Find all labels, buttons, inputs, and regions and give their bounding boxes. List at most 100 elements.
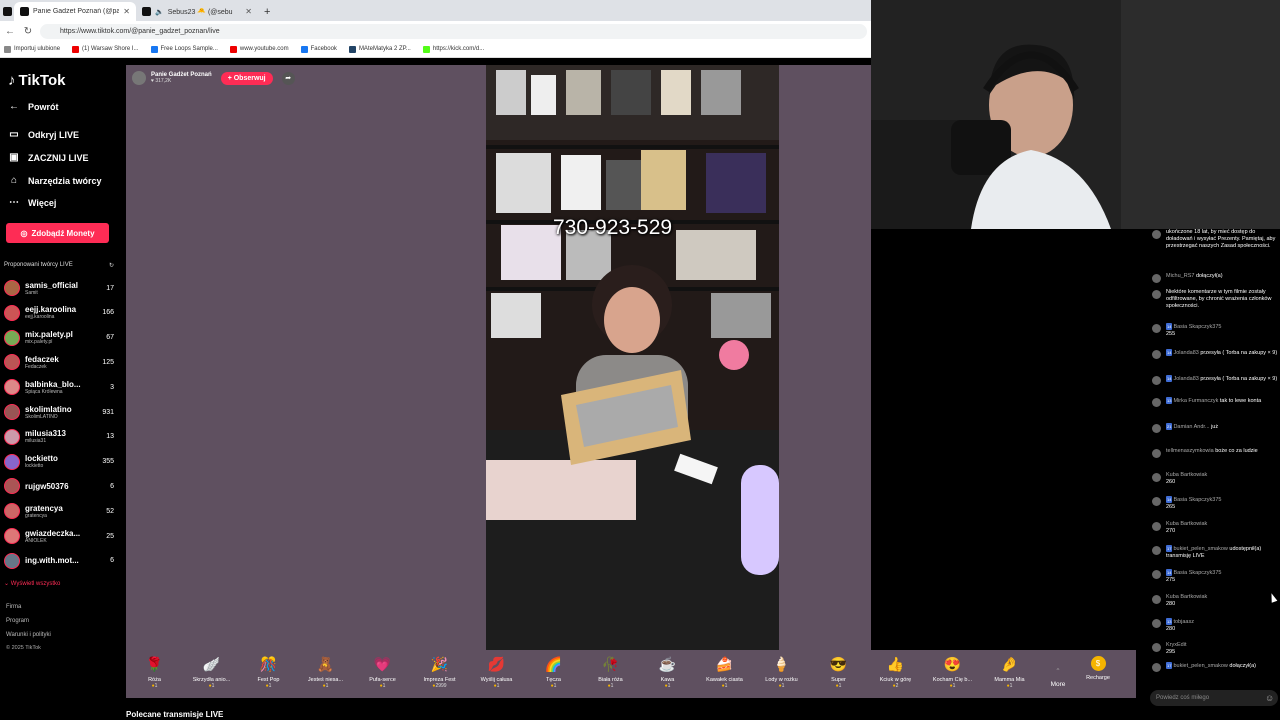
follow-button[interactable]: + Obserwuj	[220, 71, 273, 85]
bookmark-item[interactable]: Free Loops Sample...	[150, 45, 218, 53]
chat-username[interactable]: Mirka Furmanczyk	[1173, 398, 1218, 404]
refresh-icon[interactable]: ↻	[109, 262, 114, 269]
gift-item[interactable]: 🤌 Mamma Mia ●1	[981, 650, 1038, 698]
avatar[interactable]	[1152, 350, 1161, 359]
emoji-icon[interactable]: ☺	[1265, 693, 1274, 703]
footer-terms-link[interactable]: Warunki i polityki	[6, 632, 51, 638]
chat-username[interactable]: Kuba Bartkowiak	[1166, 521, 1207, 527]
close-tab-icon[interactable]: ✕	[123, 7, 130, 16]
gift-item[interactable]: 😍 Kocham Cię b... ●1	[924, 650, 981, 698]
nav-creator-tools[interactable]: ⌂ Narzędzia twórcy	[8, 175, 102, 186]
chat-username[interactable]: Basia Skapczyk375	[1173, 570, 1221, 576]
browser-tab-2[interactable]: 🔈 Sebus23 🐣 (@sebu ✕	[136, 2, 258, 21]
new-tab-button[interactable]: +	[258, 2, 276, 21]
avatar[interactable]	[1152, 663, 1161, 672]
chat-input[interactable]: Powiedz coś miłego	[1150, 690, 1278, 706]
bookmark-item[interactable]: Facebook	[300, 45, 337, 53]
gift-item[interactable]: 🍰 Kawałek ciasta ●1	[696, 650, 753, 698]
chat-username[interactable]: tellmenaszymkowia	[1166, 448, 1214, 454]
avatar[interactable]	[1152, 230, 1161, 239]
avatar[interactable]	[1152, 274, 1161, 283]
footer-company-link[interactable]: Firma	[6, 604, 21, 610]
browser-tab-1[interactable]: Panie Gadżet Poznań (@panie ✕	[14, 2, 136, 21]
avatar[interactable]	[1152, 424, 1161, 433]
chat-username[interactable]: Damian Andr...	[1173, 424, 1209, 430]
suggested-creator[interactable]: samis_official Samit 17	[4, 277, 114, 299]
chat-username[interactable]: bukiet_pelen_smakow	[1173, 663, 1227, 669]
suggested-creator[interactable]: mix.palety.pl mix.palety.pl 67	[4, 327, 114, 349]
nav-discover-live[interactable]: ▭ Odkryj LIVE	[8, 129, 79, 140]
suggested-creator[interactable]: fedaczek Fedaczek 125	[4, 351, 114, 373]
recharge-button[interactable]: $ Recharge	[1078, 650, 1118, 698]
gift-item[interactable]: ☕ Kawa ●1	[639, 650, 696, 698]
chat-username[interactable]: Jolanda83	[1173, 376, 1198, 382]
chat-username[interactable]: Kuba Bartkowiak	[1166, 594, 1207, 600]
more-gifts-button[interactable]: ⌃ More	[1038, 650, 1078, 698]
gift-item[interactable]: 💋 Wyślij całusa ●1	[468, 650, 525, 698]
chat-username[interactable]: tobjaasz	[1173, 619, 1194, 625]
gift-item[interactable]: 👍 Kciuk w górę ●2	[867, 650, 924, 698]
reload-icon[interactable]: ↻	[22, 26, 34, 37]
gift-item[interactable]: 🎊 Fest Pop ●1	[240, 650, 297, 698]
gift-item[interactable]: 🥀 Biała róża ●1	[582, 650, 639, 698]
gift-item[interactable]: 💗 Pufa-serce ●1	[354, 650, 411, 698]
bookmark-item[interactable]: Importuj ulubione	[4, 45, 60, 53]
speaker-icon[interactable]: 🔈	[155, 8, 164, 16]
avatar[interactable]	[1152, 546, 1161, 555]
gift-item[interactable]: 🎉 Impreza Fest ●2999	[411, 650, 468, 698]
avatar[interactable]	[1152, 324, 1161, 333]
gift-item[interactable]: 🌹 Róża ●1	[126, 650, 183, 698]
back-button[interactable]: ← Powrót	[8, 101, 59, 112]
browser-menu-icon[interactable]	[0, 2, 14, 21]
chat-username[interactable]: Kuba Bartkowiak	[1166, 472, 1207, 478]
avatar[interactable]	[1152, 619, 1161, 628]
gift-item[interactable]: 🪽 Skrzydła anio... ●1	[183, 650, 240, 698]
avatar[interactable]	[1152, 497, 1161, 506]
gift-item[interactable]: 🍦 Lody w rożku ●1	[753, 650, 810, 698]
avatar[interactable]	[1152, 376, 1161, 385]
chat-username[interactable]: KryxEdit	[1166, 642, 1186, 648]
avatar[interactable]	[1152, 595, 1161, 604]
nav-start-live[interactable]: ▣ ZACZNIJ LIVE	[8, 152, 88, 163]
suggested-creator[interactable]: milusia313 milusia31 13	[4, 426, 114, 448]
avatar[interactable]	[1152, 570, 1161, 579]
avatar[interactable]	[1152, 290, 1161, 299]
host-avatar[interactable]	[132, 71, 146, 85]
host-info[interactable]: Panie Gadżet Poznań ♥ 317,2K	[151, 72, 212, 84]
bookmark-item[interactable]: MAteMatyka 2 ZP...	[348, 45, 411, 53]
suggested-creator[interactable]: gratencya gratencya 52	[4, 500, 114, 522]
chat-username[interactable]: Basia Skapczyk375	[1173, 324, 1221, 330]
suggested-creator[interactable]: skolimlatino SkolimLATINO 931	[4, 401, 114, 423]
nav-more[interactable]: ⋯ Więcej	[8, 197, 56, 208]
gift-item[interactable]: 😎 Super ●1	[810, 650, 867, 698]
chat-username[interactable]: Michu_RS7	[1166, 273, 1194, 279]
back-arrow-icon[interactable]: ←	[4, 26, 16, 37]
avatar[interactable]	[1152, 398, 1161, 407]
bookmark-item[interactable]: (1) Warsaw Shore I...	[72, 45, 139, 53]
gift-item[interactable]: 🧸 Jesteś niesa... ●1	[297, 650, 354, 698]
get-coins-button[interactable]: ◎ Zdobądź Monety	[6, 223, 109, 243]
suggested-creator[interactable]: lockietto lockietto 355	[4, 451, 114, 473]
url-input[interactable]: https://www.tiktok.com/@panie_gadzet_poz…	[40, 23, 867, 39]
tiktok-logo[interactable]: ♪ TikTok	[8, 72, 65, 89]
chat-username[interactable]: Basia Skapczyk375	[1173, 497, 1221, 503]
suggested-creator[interactable]: balbinka_blo... Śpiąca Królewna 3	[4, 376, 114, 398]
suggested-creator[interactable]: rujgw50376 6	[4, 475, 114, 497]
close-tab-icon[interactable]: ✕	[245, 7, 252, 16]
avatar[interactable]	[1152, 449, 1161, 458]
avatar[interactable]	[1152, 473, 1161, 482]
gift-item[interactable]: 🌈 Tęcza ●1	[525, 650, 582, 698]
suggested-creator[interactable]: eejj.karoolina eejj.karoolina 166	[4, 302, 114, 324]
suggested-creator[interactable]: gwiazdeczka... ANIOLEK 25	[4, 525, 114, 547]
suggested-creator[interactable]: ing.with.mot... 6	[4, 550, 114, 572]
bookmark-item[interactable]: https://kick.com/d...	[422, 45, 484, 53]
footer-program-link[interactable]: Program	[6, 618, 29, 624]
avatar[interactable]	[1152, 643, 1161, 652]
live-video[interactable]	[486, 65, 779, 650]
chat-username[interactable]: bukiet_pelen_smakow	[1173, 546, 1227, 552]
chat-username[interactable]: Jolanda83	[1173, 350, 1198, 356]
avatar[interactable]	[1152, 522, 1161, 531]
bookmark-item[interactable]: www.youtube.com	[229, 45, 289, 53]
show-all-link[interactable]: ⌄ Wyświetl wszystko	[4, 580, 60, 587]
share-icon[interactable]: ➦	[281, 71, 295, 85]
